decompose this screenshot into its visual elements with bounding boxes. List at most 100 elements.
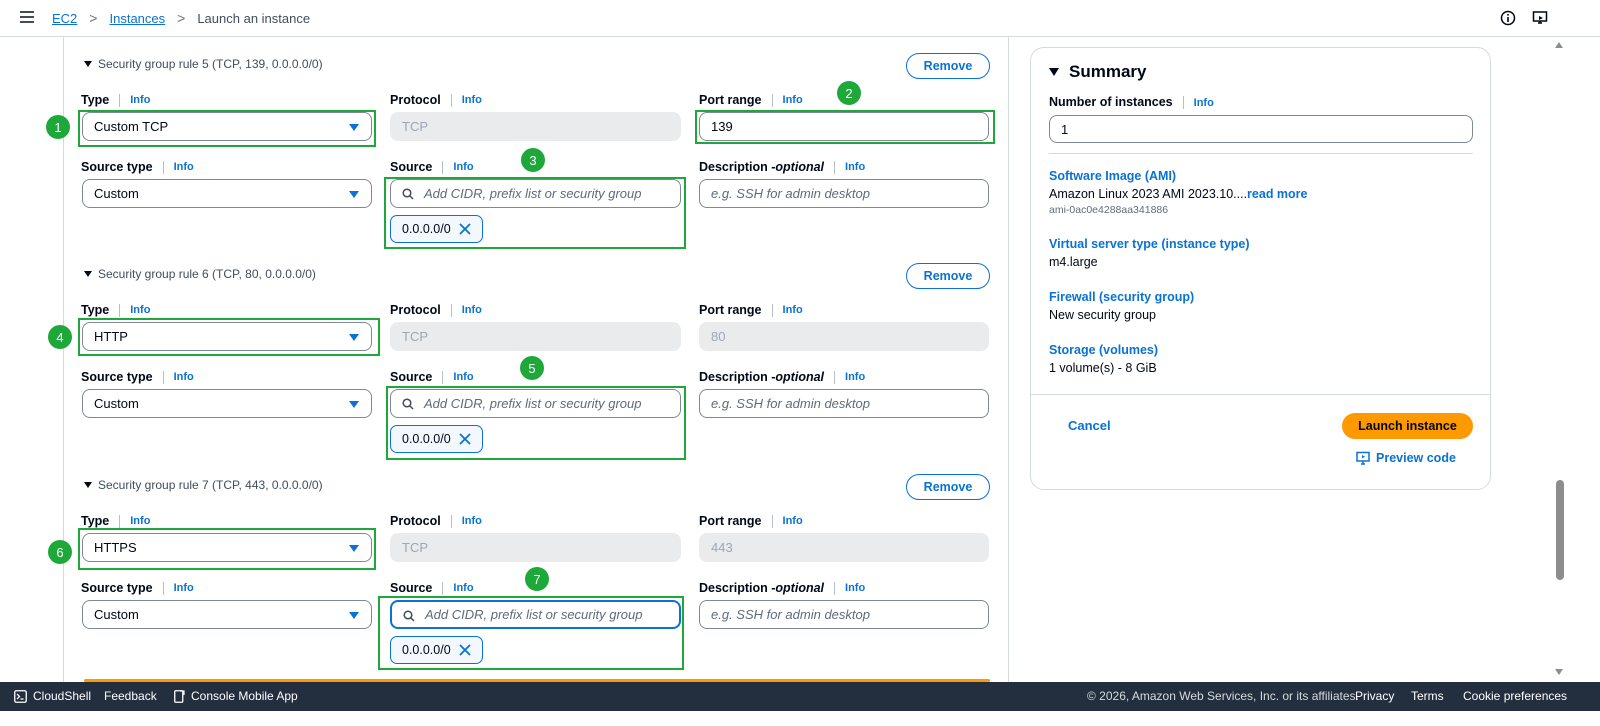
privacy-link[interactable]: Privacy xyxy=(1355,689,1394,703)
number-of-instances-input[interactable]: 1 xyxy=(1049,115,1473,143)
storage-link[interactable]: Storage (volumes) xyxy=(1049,343,1158,357)
tools-panel-icon[interactable] xyxy=(1532,10,1548,26)
info-link[interactable]: Info xyxy=(174,371,194,383)
info-link[interactable]: Info xyxy=(462,304,482,316)
caret-down-icon xyxy=(1049,68,1059,76)
cloudshell-button[interactable]: CloudShell xyxy=(14,689,91,703)
source-type-label: Source type Info xyxy=(81,370,194,384)
storage-value: 1 volume(s) - 8 GiB xyxy=(1049,361,1157,375)
rule-header[interactable]: Security group rule 5 (TCP, 139, 0.0.0.0… xyxy=(84,57,323,71)
close-icon[interactable] xyxy=(458,432,472,446)
info-link[interactable]: Info xyxy=(130,304,150,316)
source-search-input[interactable]: Add CIDR, prefix list or security group xyxy=(390,179,681,208)
scroll-up-arrow[interactable] xyxy=(1555,42,1563,48)
source-label: Source Info xyxy=(390,370,474,384)
console-mobile-app-link[interactable]: Console Mobile App xyxy=(174,689,298,703)
info-link[interactable]: Info xyxy=(453,371,473,383)
rule-header[interactable]: Security group rule 7 (TCP, 443, 0.0.0.0… xyxy=(84,478,323,492)
source-type-select[interactable]: Custom xyxy=(82,389,372,418)
source-token: 0.0.0.0/0 xyxy=(390,425,483,453)
info-link[interactable]: Info xyxy=(462,515,482,527)
rule-header[interactable]: Security group rule 6 (TCP, 80, 0.0.0.0/… xyxy=(84,267,316,281)
info-circle-icon[interactable] xyxy=(1500,10,1516,26)
info-link[interactable]: Info xyxy=(130,515,150,527)
caret-down-icon xyxy=(349,545,359,552)
remove-button[interactable]: Remove xyxy=(906,474,990,500)
info-link[interactable]: Info xyxy=(130,94,150,106)
source-label: Source Info xyxy=(390,581,474,595)
protocol-field: TCP xyxy=(390,322,681,351)
info-link[interactable]: Info xyxy=(783,94,803,106)
info-link[interactable]: Info xyxy=(783,515,803,527)
scrollbar-thumb[interactable] xyxy=(1556,480,1564,580)
info-link[interactable]: Info xyxy=(453,582,473,594)
type-select[interactable]: HTTPS xyxy=(82,533,372,562)
caret-down-icon xyxy=(349,401,359,408)
footer: CloudShell Feedback Console Mobile App ©… xyxy=(0,682,1600,711)
remove-button[interactable]: Remove xyxy=(906,263,990,289)
number-of-instances-label: Number of instances Info xyxy=(1049,95,1214,110)
info-link[interactable]: Info xyxy=(845,371,865,383)
source-token: 0.0.0.0/0 xyxy=(390,636,483,664)
step-badge: 4 xyxy=(48,325,72,349)
preview-code-button[interactable]: Preview code xyxy=(1356,451,1456,465)
read-more-link[interactable]: read more xyxy=(1247,187,1307,201)
breadcrumb-ec2[interactable]: EC2 xyxy=(52,11,77,26)
close-icon[interactable] xyxy=(458,643,472,657)
port-range-label: Port range Info xyxy=(699,303,803,317)
info-link[interactable]: Info xyxy=(462,94,482,106)
info-link[interactable]: Info xyxy=(453,161,473,173)
top-navigation: EC2 > Instances > Launch an instance xyxy=(0,0,1600,37)
step-badge: 5 xyxy=(520,356,544,380)
port-range-input[interactable]: 139 xyxy=(699,112,989,141)
bottom-strip xyxy=(0,711,1600,726)
step-badge: 7 xyxy=(525,567,549,591)
caret-down-icon xyxy=(84,482,92,488)
instance-type-link[interactable]: Virtual server type (instance type) xyxy=(1049,237,1250,251)
info-link[interactable]: Info xyxy=(783,304,803,316)
firewall-link[interactable]: Firewall (security group) xyxy=(1049,290,1194,304)
info-link[interactable]: Info xyxy=(845,582,865,594)
instance-type-value: m4.large xyxy=(1049,255,1098,269)
divider xyxy=(1049,153,1473,154)
copyright: © 2026, Amazon Web Services, Inc. or its… xyxy=(1087,689,1359,703)
close-icon[interactable] xyxy=(458,222,472,236)
search-icon xyxy=(402,398,414,410)
breadcrumb-instances[interactable]: Instances xyxy=(109,11,165,26)
menu-icon[interactable] xyxy=(20,11,34,23)
source-token: 0.0.0.0/0 xyxy=(390,215,483,243)
launch-instance-button[interactable]: Launch instance xyxy=(1342,413,1473,439)
software-image-link[interactable]: Software Image (AMI) xyxy=(1049,169,1176,183)
cancel-button[interactable]: Cancel xyxy=(1068,418,1111,433)
source-type-select[interactable]: Custom xyxy=(82,600,372,629)
search-icon xyxy=(403,610,415,622)
port-range-label: Port range Info xyxy=(699,93,803,107)
source-search-input[interactable]: Add CIDR, prefix list or security group xyxy=(390,600,681,629)
remove-button[interactable]: Remove xyxy=(906,53,990,79)
description-input[interactable]: e.g. SSH for admin desktop xyxy=(699,389,989,418)
info-link[interactable]: Info xyxy=(174,161,194,173)
description-input[interactable]: e.g. SSH for admin desktop xyxy=(699,179,989,208)
scroll-down-arrow[interactable] xyxy=(1555,669,1563,675)
source-search-input[interactable]: Add CIDR, prefix list or security group xyxy=(390,389,681,418)
terms-link[interactable]: Terms xyxy=(1411,689,1444,703)
info-link[interactable]: Info xyxy=(174,582,194,594)
breadcrumb-current: Launch an instance xyxy=(197,10,311,26)
type-select[interactable]: Custom TCP xyxy=(82,112,372,141)
cookie-preferences-link[interactable]: Cookie preferences xyxy=(1463,689,1567,703)
source-type-select[interactable]: Custom xyxy=(82,179,372,208)
caret-down-icon xyxy=(349,124,359,131)
port-range-field: 80 xyxy=(699,322,989,351)
description-input[interactable]: e.g. SSH for admin desktop xyxy=(699,600,989,629)
feedback-link[interactable]: Feedback xyxy=(104,689,157,703)
summary-header[interactable]: Summary xyxy=(1049,62,1146,82)
firewall-value: New security group xyxy=(1049,308,1156,322)
info-link[interactable]: Info xyxy=(1194,97,1214,109)
type-label: Type Info xyxy=(81,93,151,107)
caret-down-icon xyxy=(84,61,92,67)
info-link[interactable]: Info xyxy=(845,161,865,173)
step-badge: 6 xyxy=(48,540,72,564)
chevron-right-icon: > xyxy=(177,10,186,26)
type-select[interactable]: HTTP xyxy=(82,322,372,351)
protocol-label: Protocol Info xyxy=(390,514,482,528)
